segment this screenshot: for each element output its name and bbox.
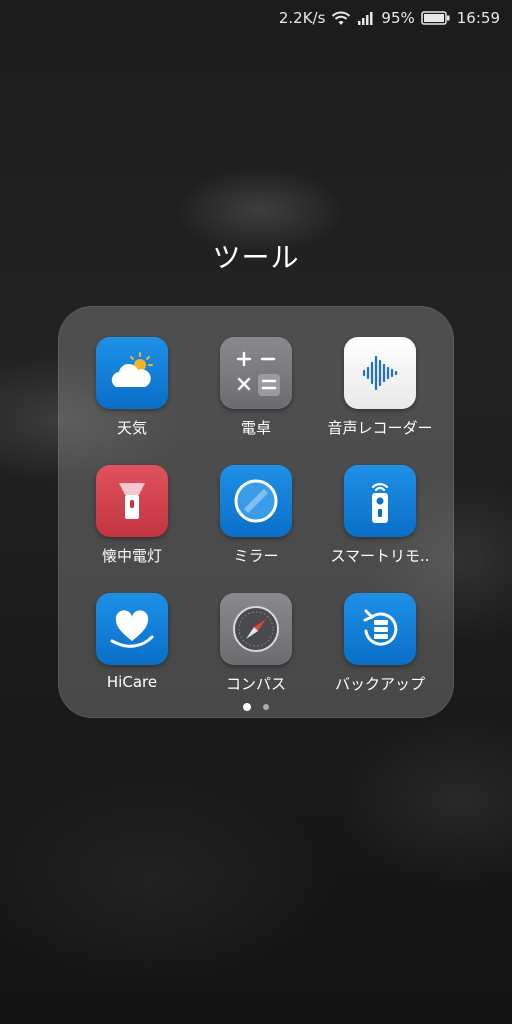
calculator-icon[interactable] xyxy=(220,337,292,409)
network-speed: 2.2K/s xyxy=(278,9,326,27)
app-hicare[interactable]: HiCare xyxy=(70,593,194,703)
app-flashlight[interactable]: 懐中電灯 xyxy=(70,465,194,575)
voice-recorder-icon[interactable] xyxy=(344,337,416,409)
app-label: ミラー xyxy=(233,547,279,565)
battery-icon xyxy=(421,11,451,25)
mirror-icon[interactable] xyxy=(220,465,292,537)
app-smart-remote[interactable]: スマートリモ.. xyxy=(318,465,442,575)
hicare-icon[interactable] xyxy=(96,593,168,665)
page-dot[interactable] xyxy=(263,704,269,710)
smart-remote-icon[interactable] xyxy=(344,465,416,537)
app-label: 懐中電灯 xyxy=(101,547,162,565)
app-label: スマートリモ.. xyxy=(330,547,430,565)
app-label: HiCare xyxy=(106,673,158,691)
app-label: コンパス xyxy=(225,675,286,693)
app-label: 音声レコーダー xyxy=(327,419,433,437)
battery-percent: 95% xyxy=(381,9,415,27)
app-calculator[interactable]: 電卓 xyxy=(194,337,318,447)
backup-icon[interactable] xyxy=(344,593,416,665)
app-voice-recorder[interactable]: 音声レコーダー xyxy=(318,337,442,447)
app-label: 天気 xyxy=(116,419,147,437)
page-dot-active[interactable] xyxy=(243,703,251,711)
wifi-icon xyxy=(331,10,351,26)
app-label: 電卓 xyxy=(240,419,271,437)
app-mirror[interactable]: ミラー xyxy=(194,465,318,575)
app-compass[interactable]: コンパス xyxy=(194,593,318,703)
clock: 16:59 xyxy=(456,9,500,27)
status-bar: 2.2K/s 95% 16:59 xyxy=(0,0,512,36)
app-backup[interactable]: バックアップ xyxy=(318,593,442,703)
signal-icon xyxy=(357,11,375,25)
flashlight-icon[interactable] xyxy=(96,465,168,537)
page-indicator xyxy=(0,703,512,711)
weather-icon[interactable] xyxy=(96,337,168,409)
app-label: バックアップ xyxy=(334,675,425,693)
compass-icon[interactable] xyxy=(220,593,292,665)
folder-title[interactable]: ツール xyxy=(0,236,512,276)
app-weather[interactable]: 天気 xyxy=(70,337,194,447)
